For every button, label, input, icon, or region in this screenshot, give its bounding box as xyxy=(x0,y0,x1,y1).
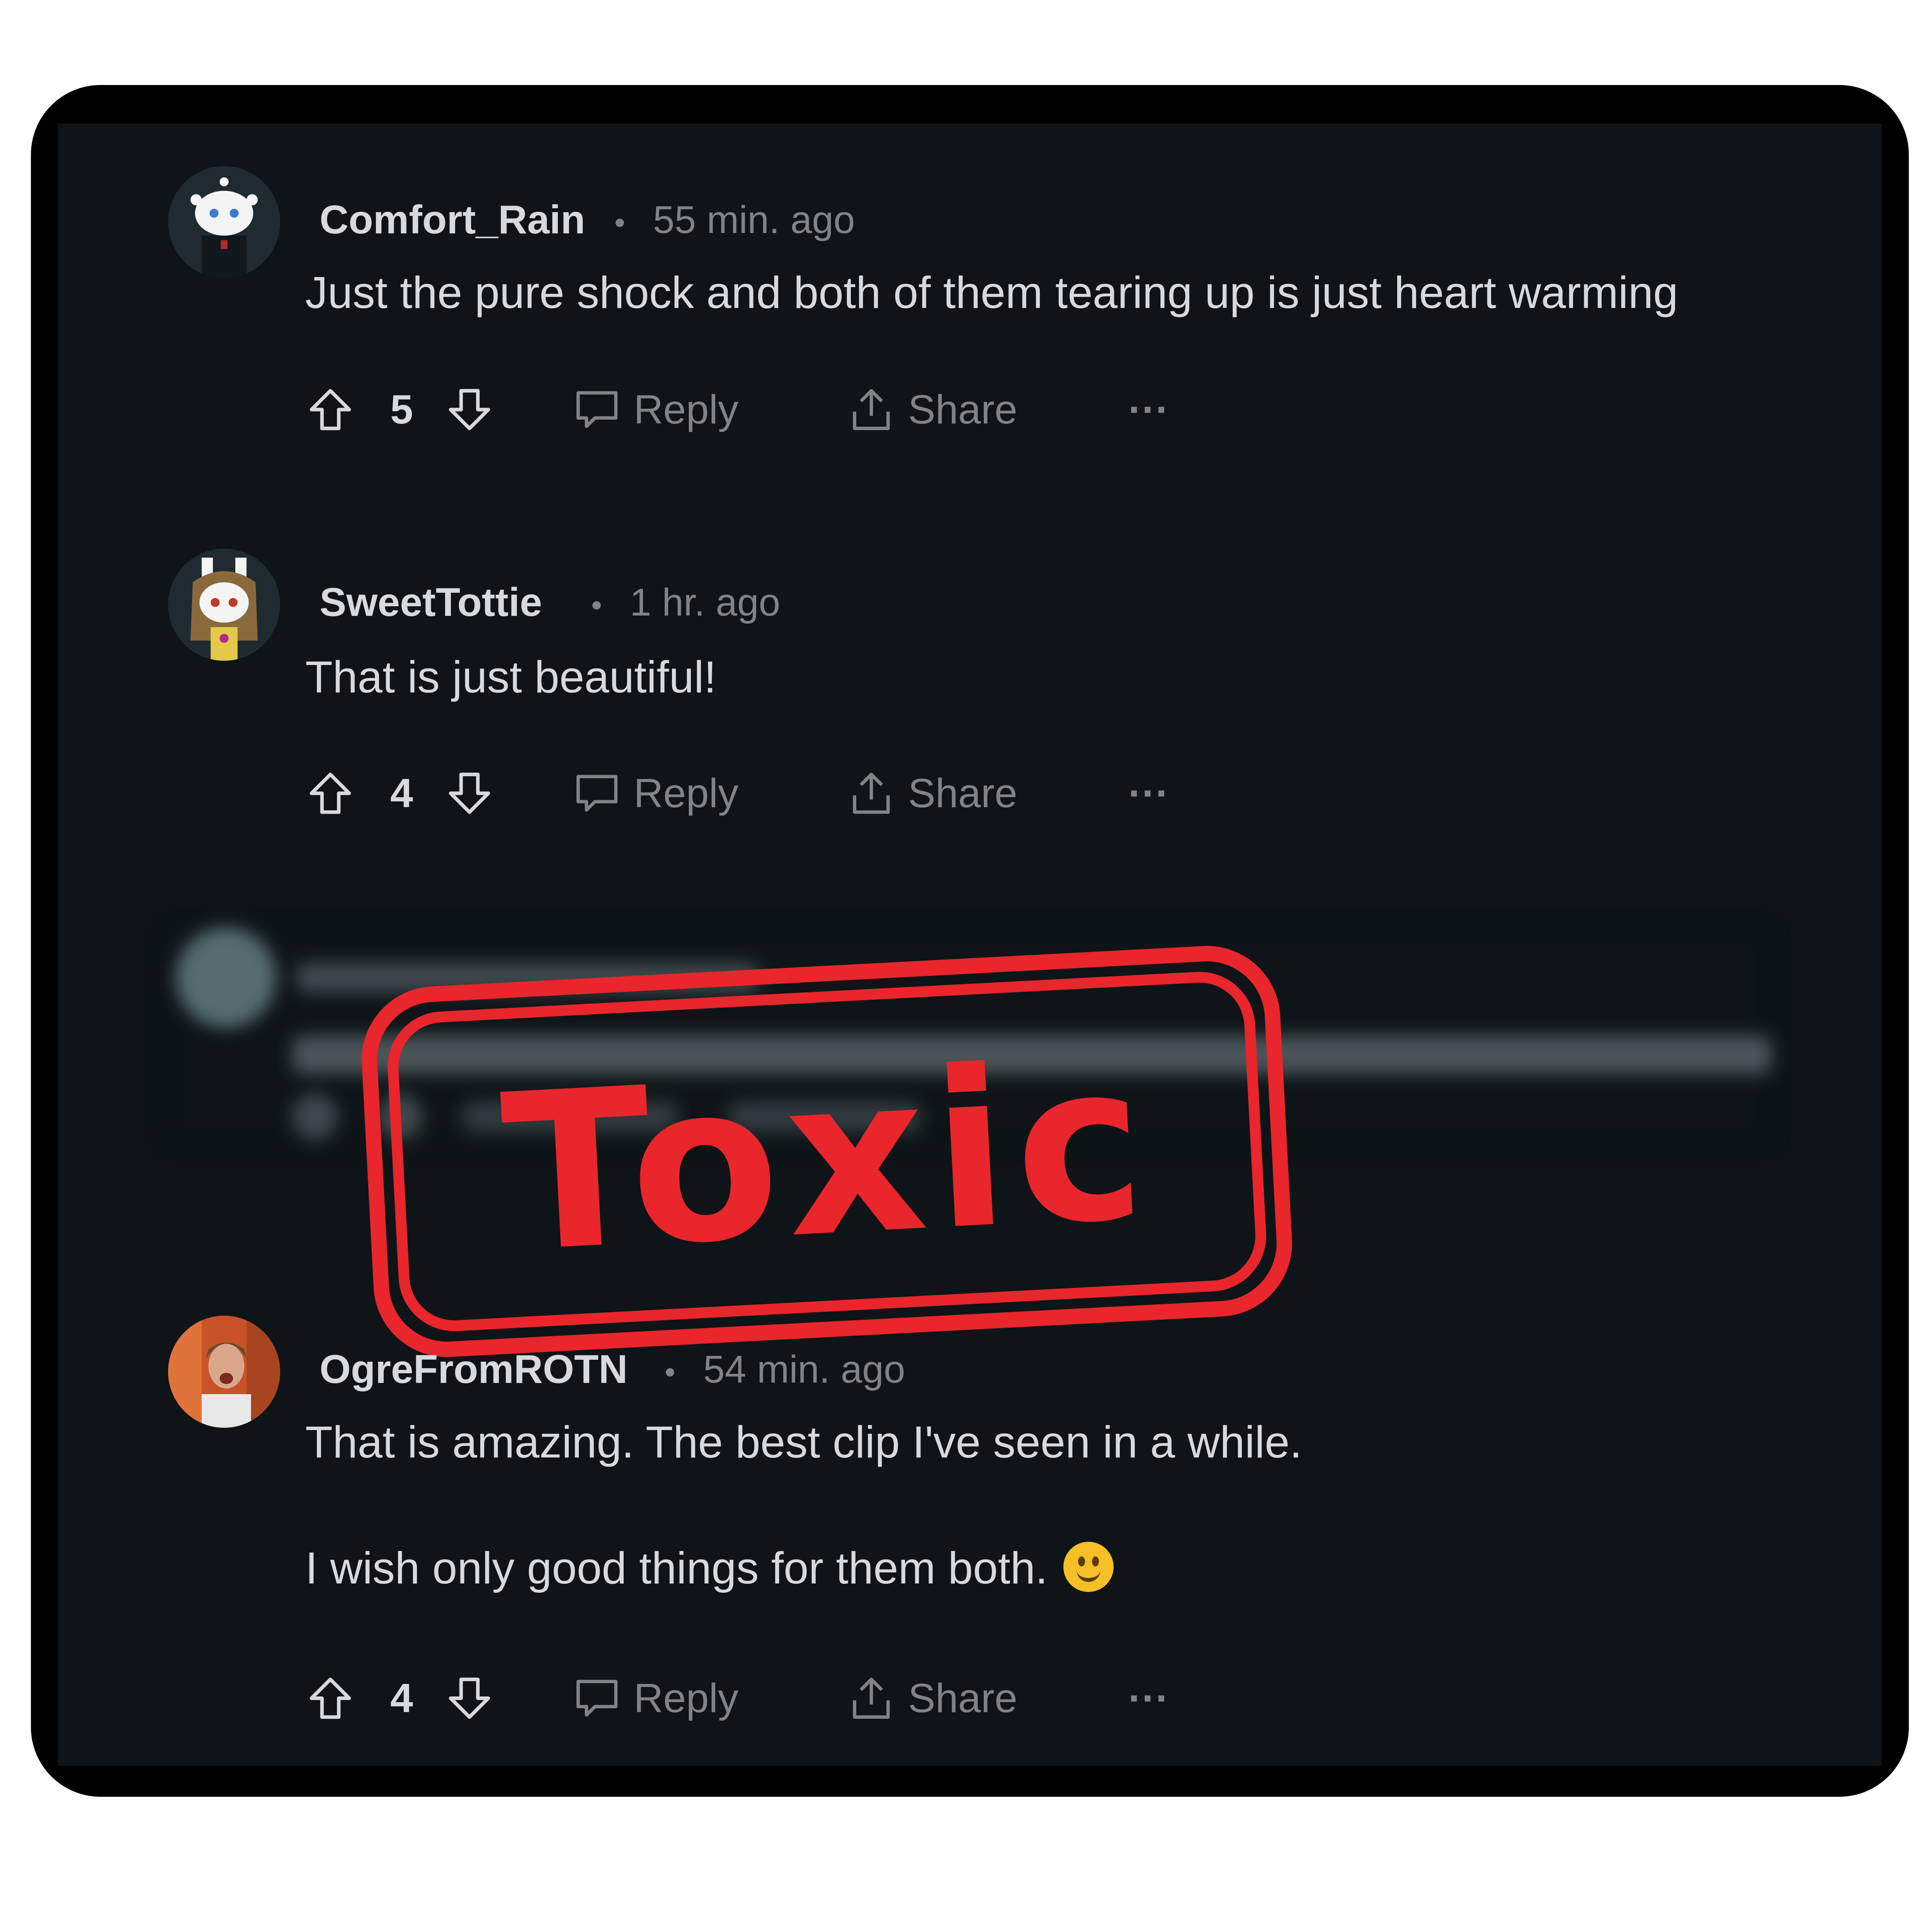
comment-body: That is just beautiful! xyxy=(305,652,716,702)
comment-actions: 4 Reply Share ··· xyxy=(305,760,1310,826)
comments-panel: Comfort_Rain • 55 min. ago Just the pure… xyxy=(58,124,1882,1766)
avatar[interactable] xyxy=(168,166,280,278)
downvote-button[interactable] xyxy=(444,760,495,826)
avatar[interactable] xyxy=(168,549,280,661)
timestamp[interactable]: 1 hr. ago xyxy=(630,580,780,625)
downvote-arrow-icon xyxy=(449,1677,490,1719)
toxic-stamp: Toxic xyxy=(350,934,1304,1369)
downvote-button[interactable] xyxy=(444,1665,495,1731)
more-options-icon: ··· xyxy=(1128,1675,1169,1721)
bunny-snoo-avatar-icon xyxy=(168,549,280,661)
stamp-graphic: Toxic xyxy=(362,946,1292,1357)
upvote-button[interactable] xyxy=(305,377,355,442)
reply-label: Reply xyxy=(634,386,739,432)
timestamp[interactable]: 54 min. ago xyxy=(703,1347,905,1392)
reply-button[interactable]: Reply xyxy=(572,377,738,442)
upvote-button[interactable] xyxy=(305,760,355,826)
upvote-arrow-icon xyxy=(310,772,351,814)
avatar[interactable] xyxy=(168,1316,280,1428)
share-icon xyxy=(853,772,890,814)
more-options-button[interactable]: ··· xyxy=(1128,760,1169,826)
downvote-arrow-icon xyxy=(449,772,490,814)
share-icon xyxy=(853,1677,890,1719)
username[interactable]: Comfort_Rain xyxy=(320,197,585,243)
reply-label: Reply xyxy=(634,770,739,816)
share-icon xyxy=(853,389,890,430)
stamp-text: Toxic xyxy=(497,1015,1157,1301)
timestamp[interactable]: 55 min. ago xyxy=(653,198,855,242)
downvote-arrow-icon xyxy=(449,389,490,430)
downvote-button[interactable] xyxy=(444,377,495,442)
share-label: Share xyxy=(908,1675,1017,1721)
slightly-smiling-face-icon xyxy=(1063,1542,1114,1592)
upvote-arrow-icon xyxy=(310,1677,351,1719)
username[interactable]: SweetTottie xyxy=(320,580,542,626)
comment-actions: 5 Reply Share ··· xyxy=(305,377,1310,442)
vote-count: 4 xyxy=(390,1675,413,1721)
more-options-icon: ··· xyxy=(1128,386,1169,432)
upvote-button[interactable] xyxy=(305,1665,355,1731)
reply-label: Reply xyxy=(634,1675,739,1721)
separator-dot: • xyxy=(591,588,602,622)
vote-count: 4 xyxy=(390,770,413,816)
upvote-arrow-icon xyxy=(310,389,351,430)
username[interactable]: OgreFromROTN xyxy=(320,1347,628,1393)
share-button[interactable]: Share xyxy=(846,760,1017,826)
comment-actions: 4 Reply Share ··· xyxy=(305,1665,1310,1731)
profile-photo-icon xyxy=(168,1316,280,1428)
comment-body-line-2: I wish only good things for them both. xyxy=(305,1542,1114,1594)
comment-body-line-1: That is amazing. The best clip I've seen… xyxy=(305,1417,1302,1467)
comment-bubble-icon xyxy=(576,391,618,428)
more-options-icon: ··· xyxy=(1128,770,1169,816)
reply-button[interactable]: Reply xyxy=(572,760,738,826)
comment-body: Just the pure shock and both of them tea… xyxy=(305,267,1678,318)
comment-bubble-icon xyxy=(576,775,618,812)
vote-count: 5 xyxy=(390,386,413,432)
share-button[interactable]: Share xyxy=(846,1665,1017,1731)
more-options-button[interactable]: ··· xyxy=(1128,1665,1169,1731)
reply-button[interactable]: Reply xyxy=(572,1665,738,1731)
share-label: Share xyxy=(908,386,1017,432)
separator-dot: • xyxy=(614,205,626,240)
share-button[interactable]: Share xyxy=(846,377,1017,442)
share-label: Share xyxy=(908,770,1017,816)
comment-bubble-icon xyxy=(576,1680,618,1717)
snoo-avatar-icon xyxy=(168,166,280,278)
more-options-button[interactable]: ··· xyxy=(1128,377,1169,442)
separator-dot: • xyxy=(665,1355,676,1389)
